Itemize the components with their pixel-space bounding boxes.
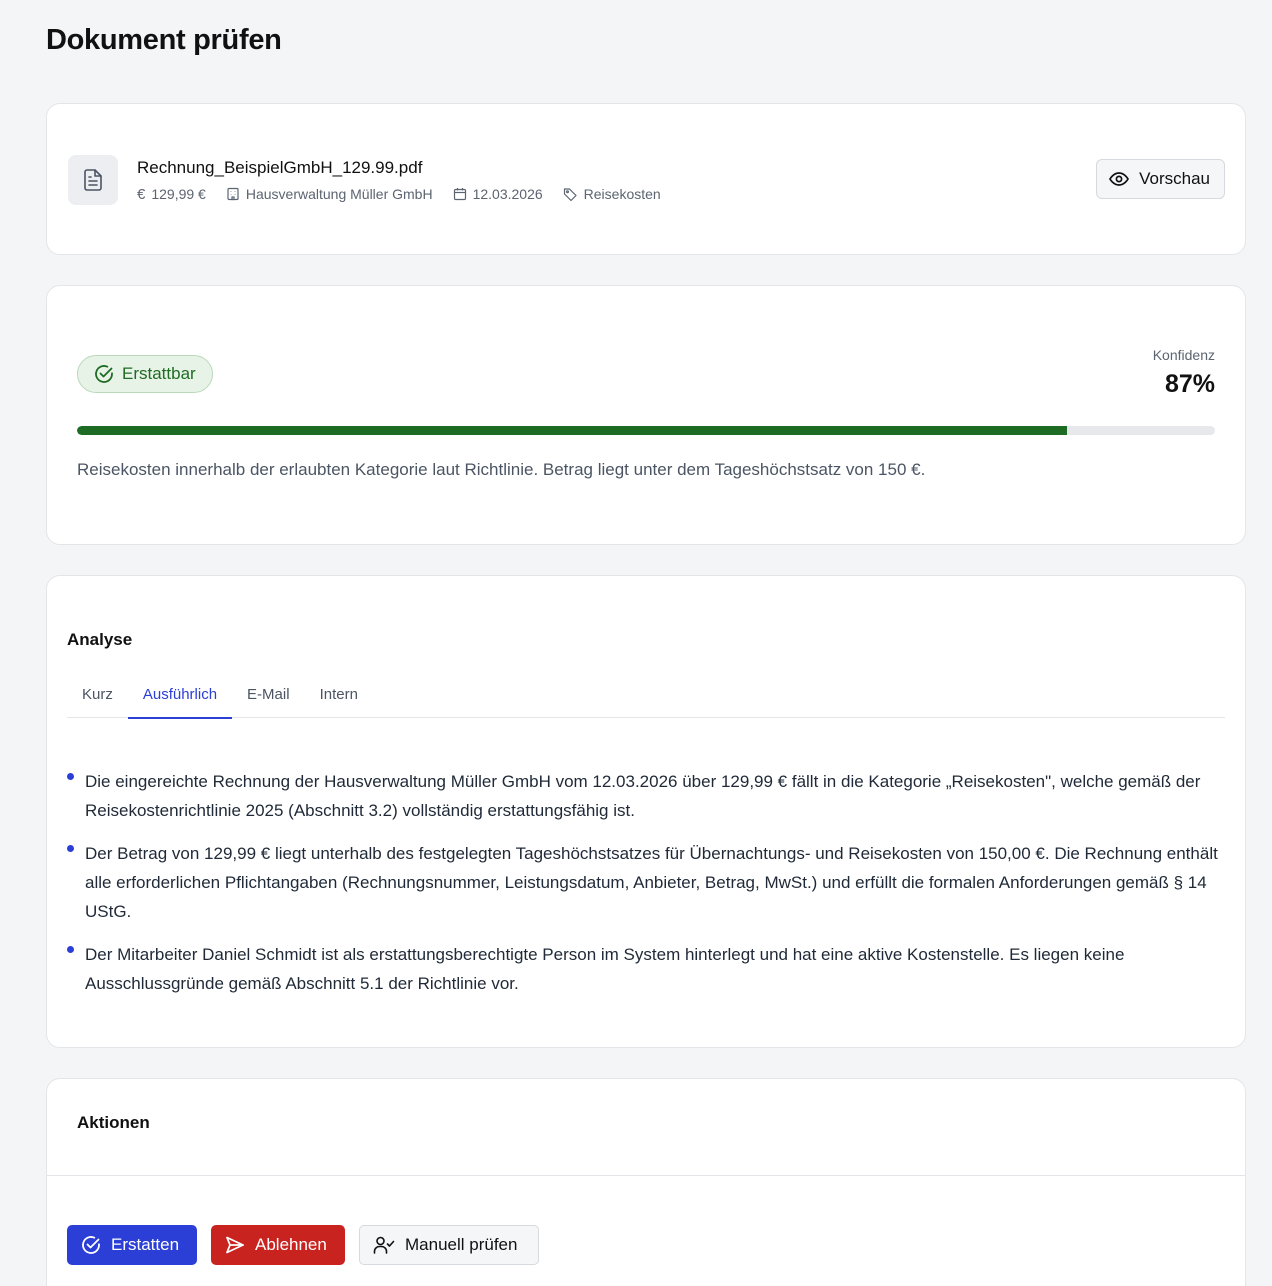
page-title: Dokument prüfen <box>46 24 282 56</box>
bullet-dot <box>67 845 74 852</box>
check-circle-icon <box>82 1236 100 1254</box>
decision-card: Erstattbar Konfidenz 87% Reisekosten inn… <box>46 285 1246 545</box>
send-icon <box>226 1236 244 1254</box>
refund-button[interactable]: Erstatten <box>67 1225 197 1265</box>
analysis-card: Analyse Kurz Ausführlich E-Mail Intern D… <box>46 575 1246 1048</box>
status-badge: Erstattbar <box>77 355 213 393</box>
divider <box>47 1175 1245 1176</box>
list-item: Der Betrag von 129,99 € liegt unterhalb … <box>67 839 1227 926</box>
list-item: Der Mitarbeiter Daniel Schmidt ist als e… <box>67 940 1227 998</box>
document-card: Rechnung_BeispielGmbH_129.99.pdf € 129,9… <box>46 103 1246 255</box>
document-date-value: 12.03.2026 <box>472 186 543 202</box>
document-vendor-value: Hausverwaltung Müller GmbH <box>245 186 433 202</box>
analysis-title: Analyse <box>67 630 133 649</box>
actions-card: Aktionen Erstatten Ablehnen Manuell prüf… <box>46 1078 1246 1286</box>
tab-ausfuehrlich[interactable]: Ausführlich <box>127 678 233 719</box>
confidence-bar <box>77 426 1215 435</box>
bullet-text: Die eingereichte Rechnung der Hausverwal… <box>85 772 1201 820</box>
bullet-dot <box>67 946 74 953</box>
file-text-icon <box>68 155 118 205</box>
manual-review-label: Manuell prüfen <box>405 1235 518 1254</box>
page: Dokument prüfen Rechnung_BeispielGmbH_12… <box>0 0 1272 1286</box>
status-label: Erstattbar <box>122 364 196 383</box>
manual-review-button[interactable]: Manuell prüfen <box>359 1225 539 1265</box>
bullet-text: Der Betrag von 129,99 € liegt unterhalb … <box>85 844 1218 921</box>
decision-reason: Reisekosten innerhalb der erlaubten Kate… <box>77 460 926 479</box>
eye-icon <box>1109 172 1130 186</box>
preview-button[interactable]: Vorschau <box>1096 159 1225 199</box>
tab-kurz[interactable]: Kurz <box>67 678 128 718</box>
reject-button[interactable]: Ablehnen <box>211 1225 345 1265</box>
tab-email[interactable]: E-Mail <box>232 678 305 718</box>
check-circle-icon <box>95 365 113 383</box>
building-icon <box>227 187 239 201</box>
confidence-label: Konfidenz <box>1152 347 1215 363</box>
calendar-icon <box>453 188 466 201</box>
document-amount: € 129,99 € <box>137 186 206 202</box>
document-amount-value: 129,99 € <box>151 186 206 202</box>
analysis-bullets: Die eingereichte Rechnung der Hausverwal… <box>67 767 1227 1012</box>
tab-intern[interactable]: Intern <box>305 678 373 718</box>
euro-icon: € <box>137 185 146 203</box>
reject-label: Ablehnen <box>255 1235 327 1254</box>
document-category: Reisekosten <box>563 186 661 202</box>
tag-icon <box>563 187 577 201</box>
bullet-dot <box>67 773 74 780</box>
user-check-icon <box>373 1236 395 1254</box>
document-category-value: Reisekosten <box>583 186 661 202</box>
refund-label: Erstatten <box>111 1235 180 1254</box>
preview-label: Vorschau <box>1139 169 1210 188</box>
document-vendor: Hausverwaltung Müller GmbH <box>226 186 433 202</box>
document-date: 12.03.2026 <box>453 186 543 202</box>
document-filename: Rechnung_BeispielGmbH_129.99.pdf <box>137 158 423 177</box>
list-item: Die eingereichte Rechnung der Hausverwal… <box>67 767 1227 825</box>
analysis-tabs: Kurz Ausführlich E-Mail Intern <box>67 678 1225 719</box>
actions-title: Aktionen <box>77 1113 150 1132</box>
document-meta: € 129,99 € Hausverwaltung Müller GmbH 12… <box>137 186 661 202</box>
bullet-text: Der Mitarbeiter Daniel Schmidt ist als e… <box>85 945 1125 993</box>
confidence-value: 87% <box>1164 370 1215 398</box>
confidence-bar-fill <box>77 426 1068 435</box>
